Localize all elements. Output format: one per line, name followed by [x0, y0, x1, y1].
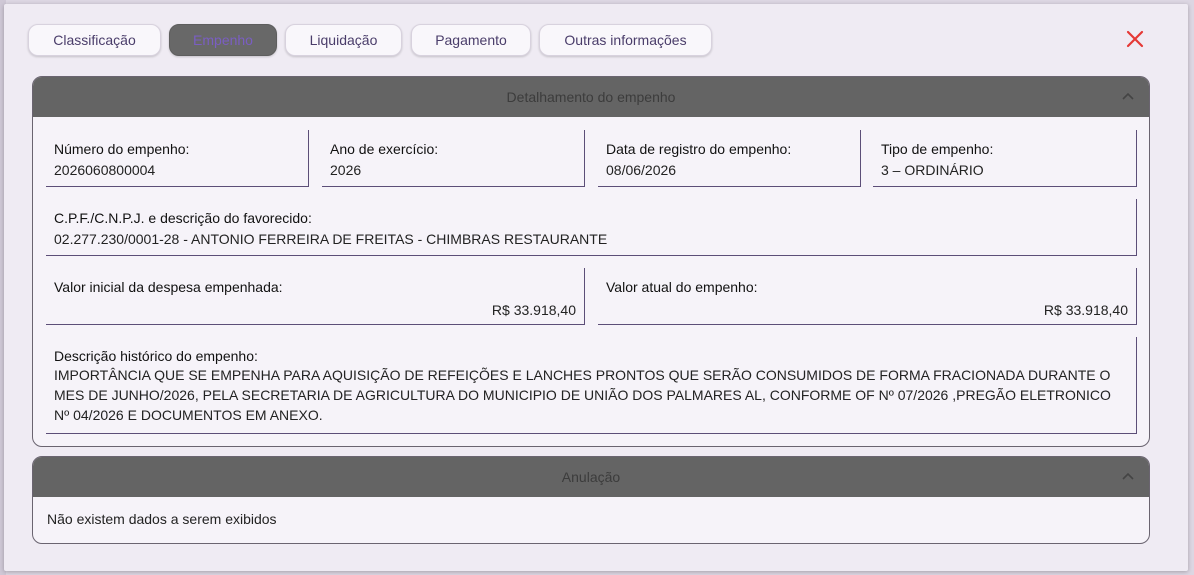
numero-empenho-field: Número do empenho: 2026060800004: [46, 130, 309, 187]
anulacao-panel: Anulação Não existem dados a serem exibi…: [32, 456, 1150, 544]
tab-classificacao[interactable]: Classificação: [28, 24, 161, 56]
chevron-up-icon: [1122, 472, 1134, 480]
ano-exercicio-label: Ano de exercício:: [330, 141, 439, 157]
tipo-empenho-value: 3 – ORDINÁRIO: [881, 162, 984, 178]
close-icon: [1126, 30, 1144, 48]
anulacao-panel-header[interactable]: Anulação: [33, 457, 1149, 497]
tab-liquidacao[interactable]: Liquidação: [285, 24, 402, 56]
data-registro-field: Data de registro do empenho: 08/06/2026: [598, 130, 861, 187]
chevron-up-icon: [1122, 92, 1134, 100]
valor-inicial-label: Valor inicial da despesa empenhada:: [54, 279, 283, 295]
favorecido-field: C.P.F./C.N.P.J. e descrição do favorecid…: [46, 199, 1137, 256]
historico-label: Descrição histórico do empenho:: [54, 348, 258, 364]
tipo-empenho-label: Tipo de empenho:: [881, 141, 994, 157]
historico-field: Descrição histórico do empenho: IMPORTÂN…: [46, 337, 1137, 434]
favorecido-value: 02.277.230/0001-28 - ANTONIO FERREIRA DE…: [54, 231, 608, 247]
tab-empenho[interactable]: Empenho: [169, 24, 277, 56]
valor-inicial-field: Valor inicial da despesa empenhada: R$ 3…: [46, 268, 585, 325]
detail-panel: Detalhamento do empenho Número do empenh…: [32, 76, 1150, 447]
close-button[interactable]: [1124, 28, 1146, 50]
historico-value: IMPORTÂNCIA QUE SE EMPENHA PARA AQUISIÇÃ…: [54, 367, 1111, 423]
valor-atual-label: Valor atual do empenho:: [606, 279, 758, 295]
detail-panel-title: Detalhamento do empenho: [506, 89, 676, 105]
data-registro-value: 08/06/2026: [606, 162, 677, 178]
valor-atual-value: R$ 33.918,40: [1043, 302, 1128, 318]
ano-exercicio-value: 2026: [330, 162, 362, 178]
numero-empenho-label: Número do empenho:: [54, 141, 190, 157]
numero-empenho-value: 2026060800004: [54, 162, 156, 178]
favorecido-label: C.P.F./C.N.P.J. e descrição do favorecid…: [54, 210, 312, 226]
ano-exercicio-field: Ano de exercício: 2026: [322, 130, 585, 187]
tab-outras-informacoes[interactable]: Outras informações: [539, 24, 712, 56]
data-registro-label: Data de registro do empenho:: [606, 141, 792, 157]
tipo-empenho-field: Tipo de empenho: 3 – ORDINÁRIO: [873, 130, 1137, 187]
tab-pagamento[interactable]: Pagamento: [411, 24, 531, 56]
valor-atual-field: Valor atual do empenho: R$ 33.918,40: [598, 268, 1137, 325]
valor-inicial-value: R$ 33.918,40: [491, 302, 576, 318]
anulacao-empty-message: Não existem dados a serem exibidos: [47, 511, 277, 527]
empenho-modal: Classificação Empenho Liquidação Pagamen…: [4, 4, 1188, 571]
detail-panel-header[interactable]: Detalhamento do empenho: [33, 77, 1149, 117]
anulacao-panel-title: Anulação: [561, 469, 621, 485]
